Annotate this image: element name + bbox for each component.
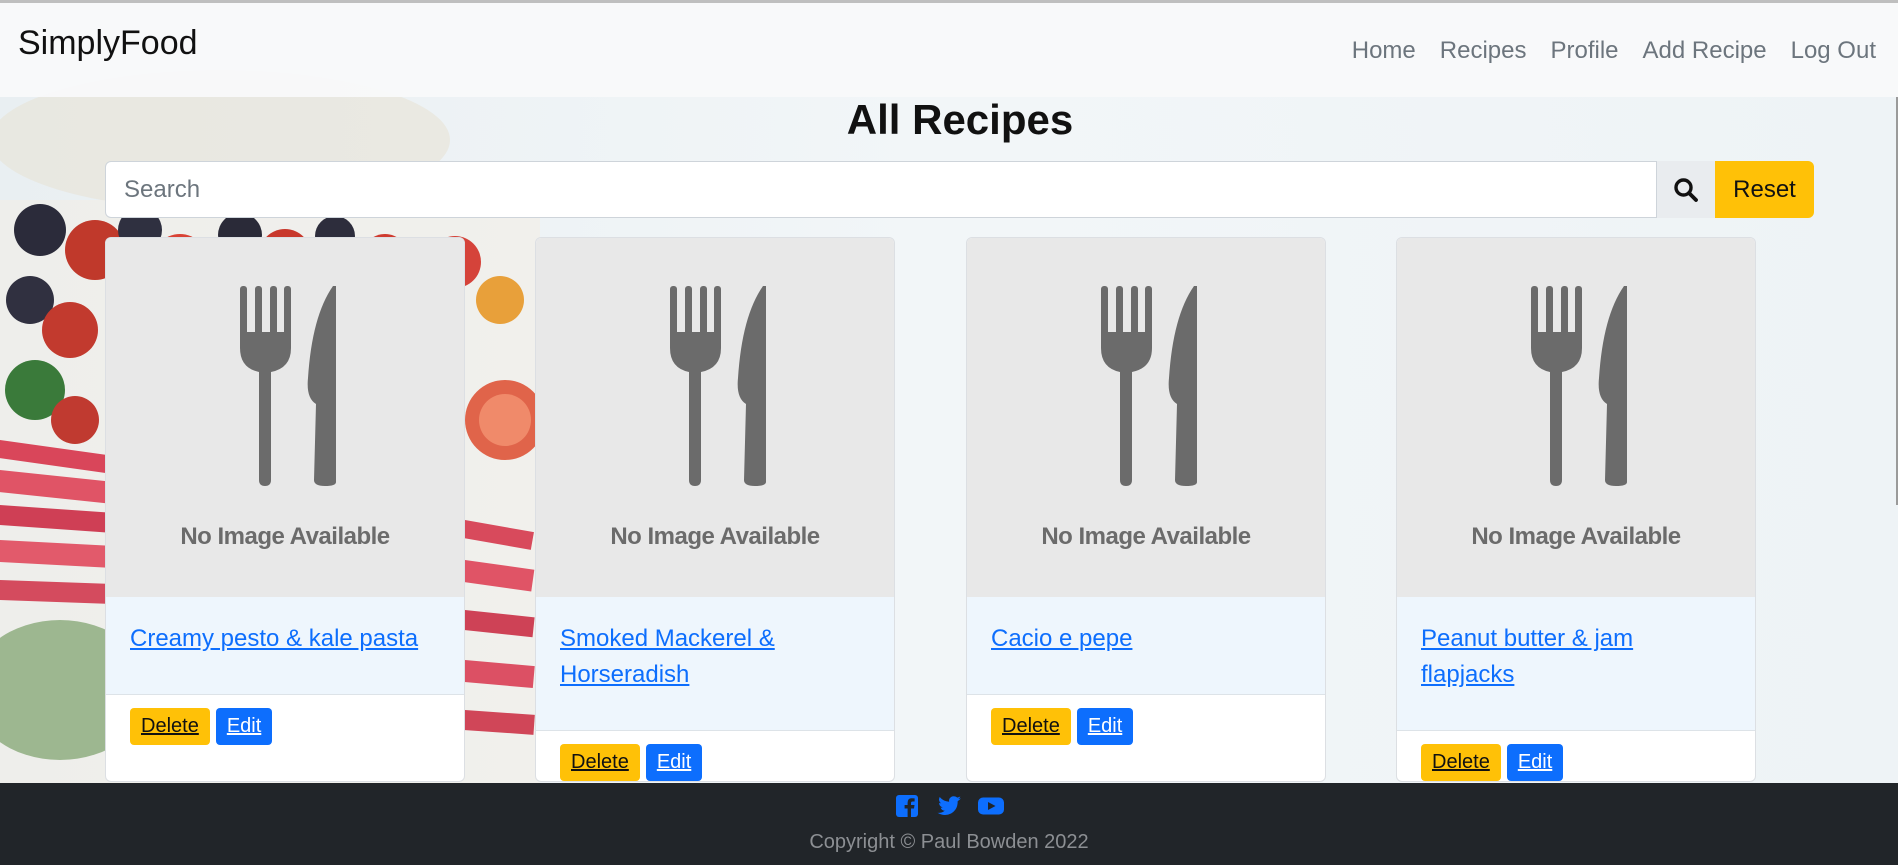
no-image-text: No Image Available: [1471, 523, 1681, 550]
nav-link-log-out[interactable]: Log Out: [1779, 37, 1888, 65]
recipe-title-link[interactable]: Peanut butter & jam flapjacks: [1421, 625, 1633, 688]
recipe-card-body: Smoked Mackerel & Horseradish: [536, 597, 894, 731]
edit-button[interactable]: Edit: [215, 708, 273, 745]
no-image-text: No Image Available: [610, 523, 820, 550]
no-image-text: No Image Available: [180, 523, 390, 550]
recipe-image-placeholder[interactable]: No Image Available: [106, 238, 464, 597]
recipe-card: No Image Available Peanut butter & jam f…: [1396, 237, 1756, 782]
page-footer: Copyright © Paul Bowden 2022: [0, 783, 1898, 865]
fork-knife-icon: [240, 286, 336, 486]
social-links: [0, 794, 1898, 822]
search-button[interactable]: [1657, 161, 1715, 218]
search-input[interactable]: [105, 161, 1657, 218]
search-icon: [1674, 177, 1698, 202]
recipe-image-placeholder[interactable]: No Image Available: [967, 238, 1325, 597]
nav-link-add-recipe[interactable]: Add Recipe: [1631, 37, 1779, 65]
brand-logo-link[interactable]: SimplyFood: [18, 24, 198, 63]
youtube-icon[interactable]: [977, 794, 1005, 822]
twitter-icon[interactable]: [935, 794, 963, 822]
edit-button[interactable]: Edit: [1506, 744, 1564, 781]
nav-link-recipes[interactable]: Recipes: [1428, 37, 1539, 65]
page-title: All Recipes: [846, 96, 1074, 143]
copyright-text: Copyright © Paul Bowden 2022: [809, 831, 1089, 853]
main-nav: Home Recipes Profile Add Recipe Log Out: [1340, 37, 1888, 65]
recipe-image-placeholder[interactable]: No Image Available: [536, 238, 894, 597]
recipe-title-link[interactable]: Smoked Mackerel & Horseradish: [560, 625, 775, 688]
recipe-card-actions: Delete Edit: [106, 695, 464, 758]
edit-button[interactable]: Edit: [645, 744, 703, 781]
recipe-card-actions: Delete Edit: [1397, 731, 1755, 781]
delete-button[interactable]: Delete: [991, 708, 1071, 745]
recipe-card-body: Peanut butter & jam flapjacks: [1397, 597, 1755, 731]
recipe-image-placeholder[interactable]: No Image Available: [1397, 238, 1755, 597]
delete-button[interactable]: Delete: [130, 708, 210, 745]
recipe-card-actions: Delete Edit: [536, 731, 894, 781]
recipe-title-link[interactable]: Cacio e pepe: [991, 625, 1132, 652]
recipe-title-link[interactable]: Creamy pesto & kale pasta: [130, 625, 418, 652]
delete-button[interactable]: Delete: [1421, 744, 1501, 781]
search-bar: Reset: [105, 161, 1814, 218]
recipe-card: No Image Available Smoked Mackerel & Hor…: [535, 237, 895, 782]
recipe-card: No Image Available Cacio e pepe Delete E…: [966, 237, 1326, 782]
no-image-text: No Image Available: [1041, 523, 1251, 550]
fork-knife-icon: [1101, 286, 1197, 486]
delete-button[interactable]: Delete: [560, 744, 640, 781]
recipe-card: No Image Available Creamy pesto & kale p…: [105, 237, 465, 782]
facebook-icon[interactable]: [893, 794, 921, 822]
nav-link-home[interactable]: Home: [1340, 37, 1428, 65]
recipe-card-actions: Delete Edit: [967, 695, 1325, 758]
nav-link-profile[interactable]: Profile: [1538, 37, 1630, 65]
reset-button[interactable]: Reset: [1715, 161, 1814, 218]
recipe-card-body: Cacio e pepe: [967, 597, 1325, 695]
fork-knife-icon: [670, 286, 766, 486]
recipe-card-body: Creamy pesto & kale pasta: [106, 597, 464, 695]
window-top-border: [0, 0, 1898, 3]
fork-knife-icon: [1531, 286, 1627, 486]
navbar: SimplyFood Home Recipes Profile Add Reci…: [0, 3, 1898, 97]
edit-button[interactable]: Edit: [1076, 708, 1134, 745]
